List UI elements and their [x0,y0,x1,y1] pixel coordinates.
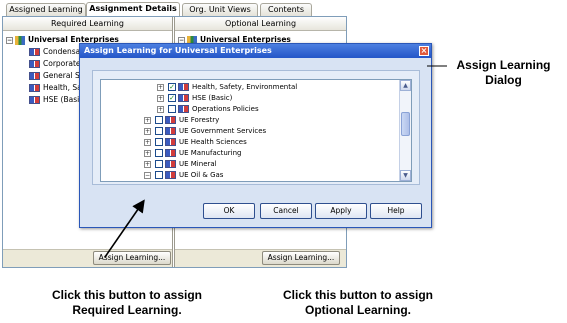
tab-assignment-details[interactable]: Assignment Details [86,2,180,16]
required-learning-note: Click this button to assign Required Lea… [51,288,202,317]
annotation-arrows [104,65,447,258]
required-arrow [104,199,145,258]
optional-learning-note: Click this button to assign Optional Lea… [282,288,433,317]
assign-learning-dialog-note: Assign Learning Dialog [456,58,551,87]
